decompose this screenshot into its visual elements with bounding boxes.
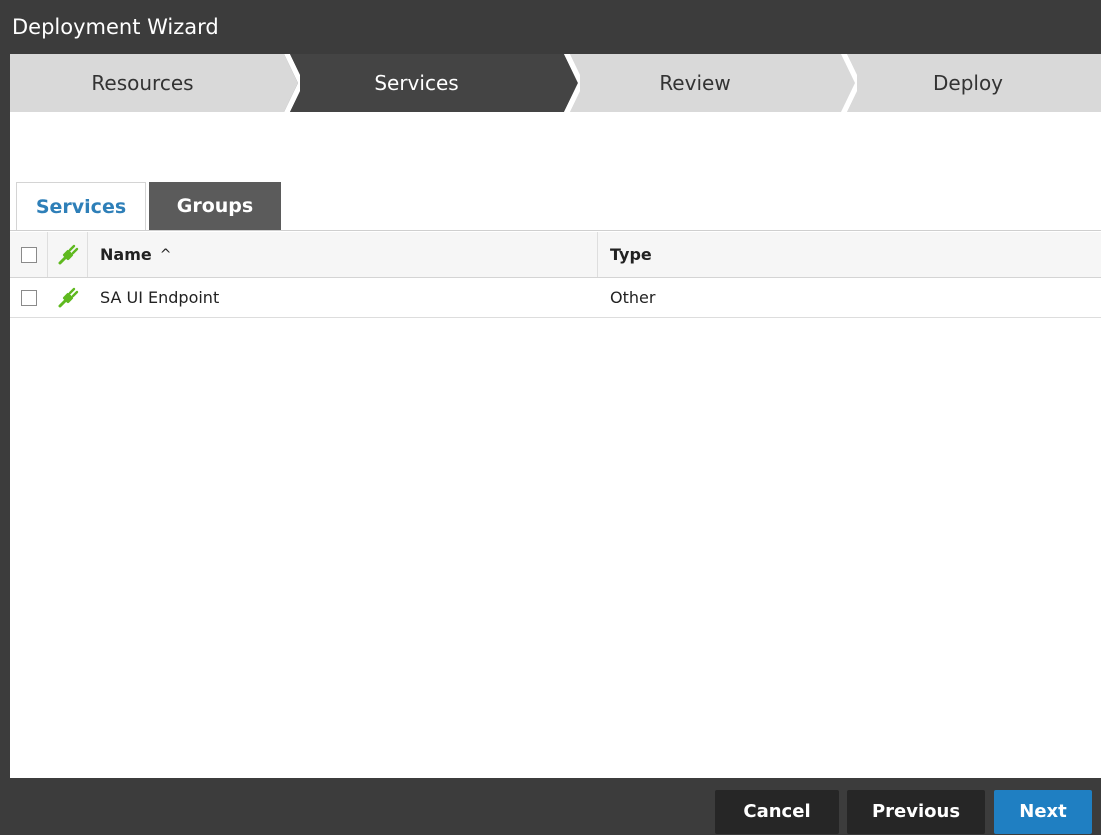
step-resources[interactable]: Resources — [10, 54, 275, 112]
wizard-footer: Cancel Previous Next — [0, 778, 1101, 835]
service-type: Other — [610, 288, 656, 307]
step-label: Resources — [91, 71, 194, 95]
name-column-label: Name — [100, 245, 152, 264]
step-review[interactable]: Review — [558, 54, 832, 112]
row-select-cell — [10, 278, 48, 317]
table-row[interactable]: SA UI Endpoint Other — [10, 278, 1101, 318]
step-separator-icon — [270, 54, 300, 112]
tab-bar: Services Groups — [10, 182, 1101, 230]
cancel-button[interactable]: Cancel — [715, 790, 839, 834]
step-label: Services — [374, 71, 459, 95]
row-status-cell — [48, 278, 88, 317]
type-column-header[interactable]: Type — [598, 232, 1101, 277]
tab-divider — [10, 230, 1101, 231]
step-deploy[interactable]: Deploy — [835, 54, 1101, 112]
tab-groups[interactable]: Groups — [149, 182, 281, 230]
sort-ascending-icon: ^ — [159, 246, 172, 263]
plug-icon — [58, 244, 78, 264]
step-services[interactable]: Services — [278, 54, 555, 112]
row-type-cell: Other — [598, 278, 1101, 317]
next-button[interactable]: Next — [994, 790, 1092, 834]
step-label: Deploy — [932, 71, 1004, 95]
service-name: SA UI Endpoint — [100, 288, 220, 307]
row-checkbox[interactable] — [21, 289, 37, 306]
status-column-header[interactable] — [48, 232, 88, 277]
select-all-cell — [10, 232, 48, 277]
wizard-steps: Resources Services Review Deploy — [10, 54, 1101, 112]
grid-header-row: Name ^ Type — [10, 232, 1101, 278]
previous-button[interactable]: Previous — [847, 790, 985, 834]
tab-services[interactable]: Services — [16, 182, 146, 230]
wizard-content: Services Groups Name ^ Type SA UI Endpoi… — [10, 112, 1101, 778]
plug-icon — [58, 287, 79, 307]
name-column-header[interactable]: Name ^ — [88, 232, 598, 277]
step-separator-icon — [827, 54, 857, 112]
step-label: Review — [659, 71, 731, 95]
window-title: Deployment Wizard — [0, 0, 1101, 54]
select-all-checkbox[interactable] — [20, 246, 37, 263]
type-column-label: Type — [610, 245, 652, 264]
step-separator-icon — [550, 54, 580, 112]
row-name-cell: SA UI Endpoint — [88, 278, 598, 317]
